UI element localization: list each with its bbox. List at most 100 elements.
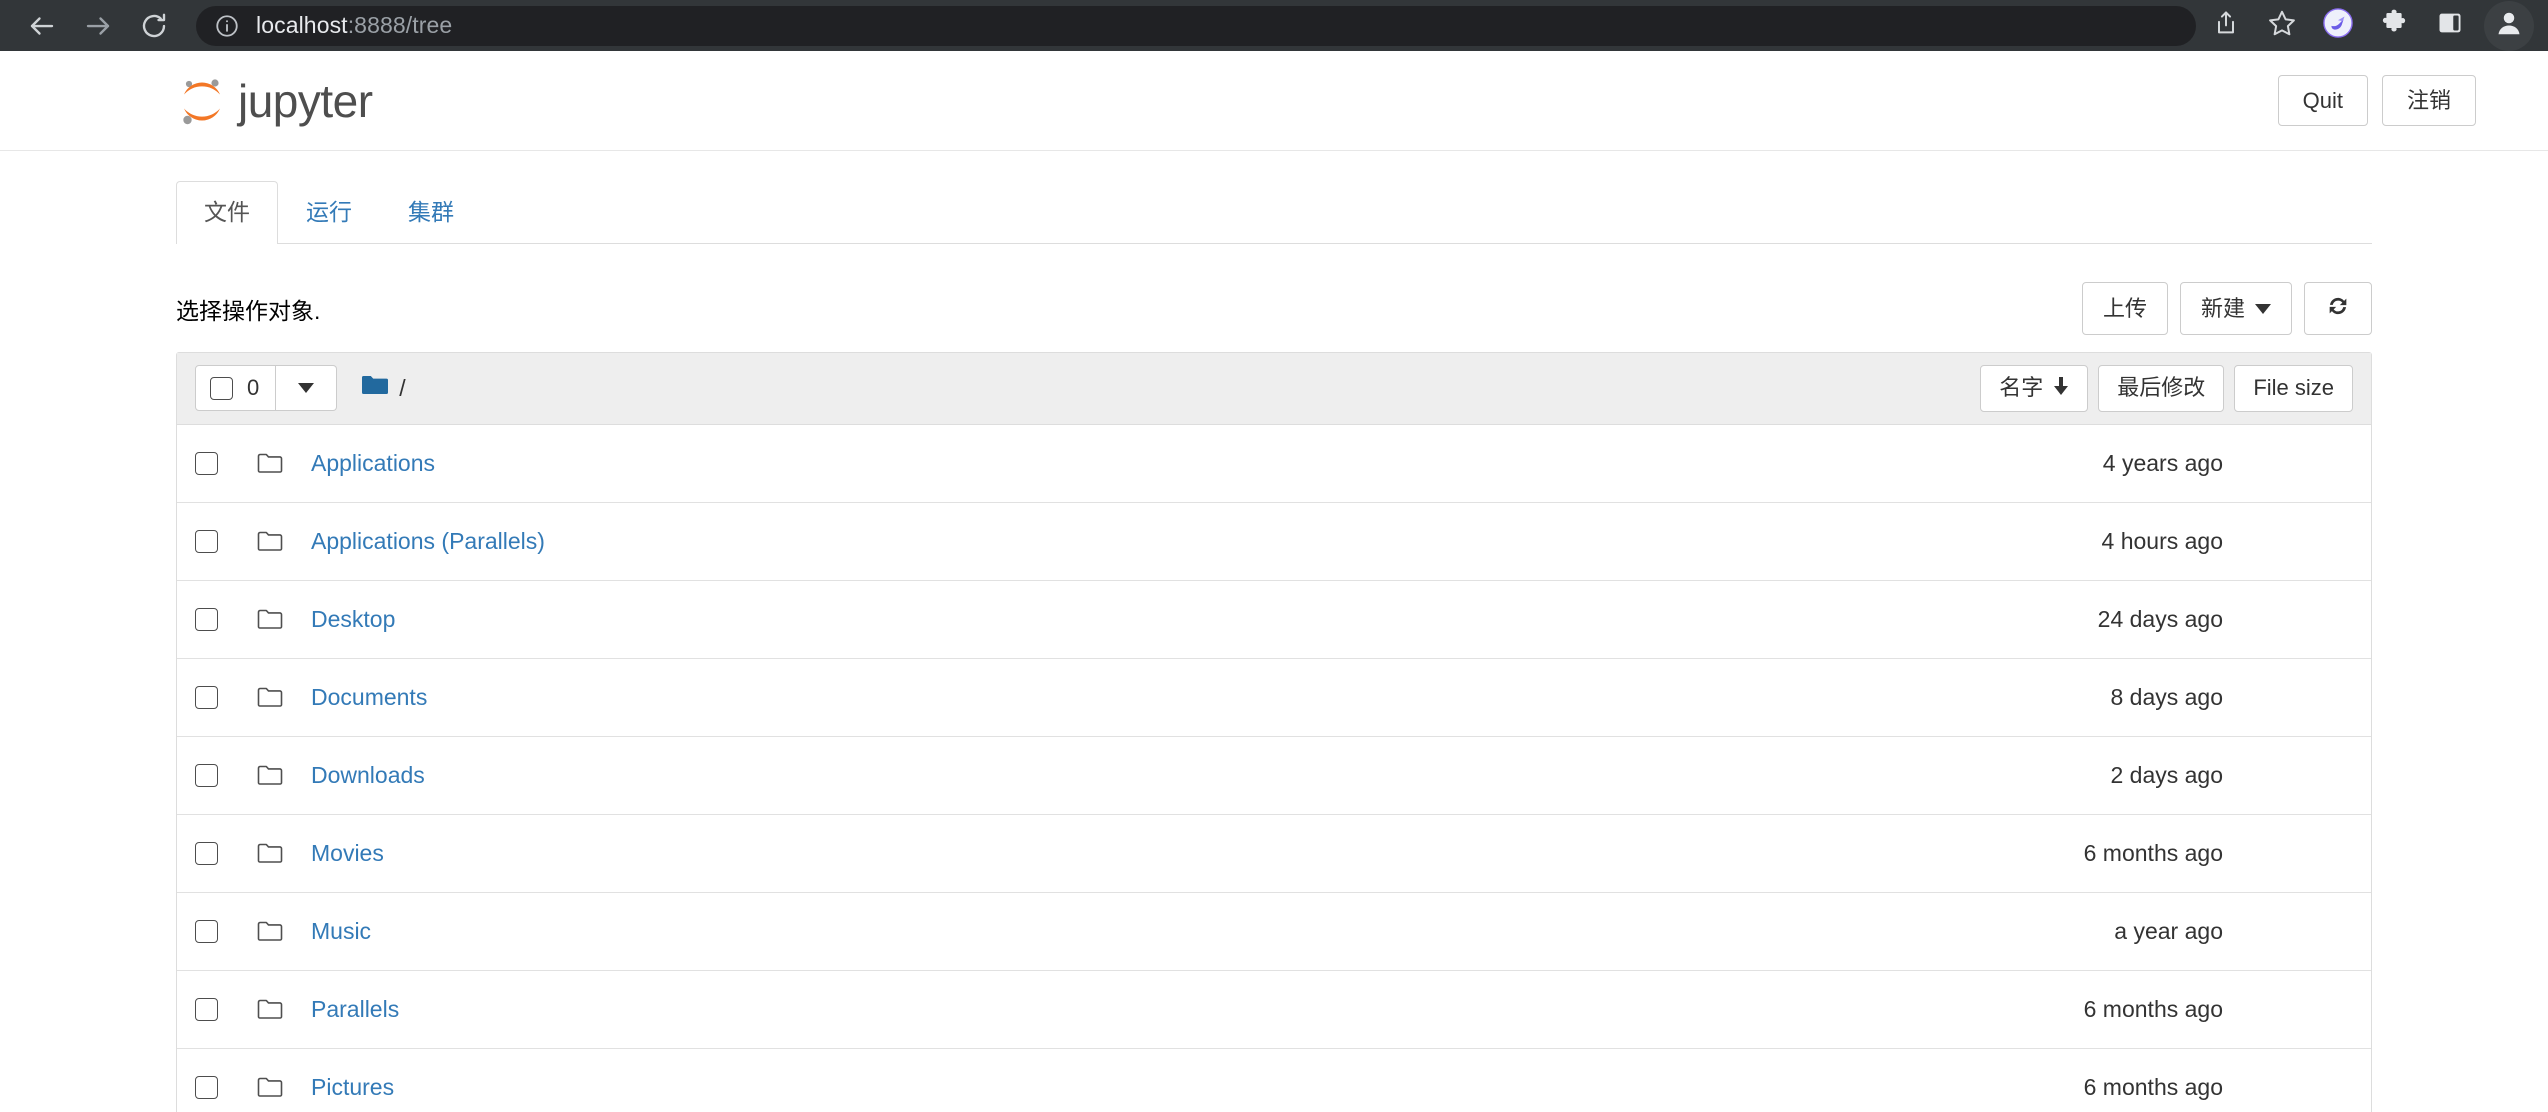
sort-by-size-button[interactable]: File size [2234, 364, 2353, 412]
jupyter-logo[interactable]: jupyter [176, 75, 373, 127]
logout-button[interactable]: 注销 [2381, 74, 2476, 127]
reload-button[interactable] [126, 0, 182, 51]
url-text: localhost:8888/tree [256, 12, 452, 39]
row-checkbox[interactable] [195, 997, 218, 1021]
folder-icon [257, 608, 297, 630]
back-arrow-icon [27, 11, 57, 41]
bird-extension-button[interactable] [2310, 0, 2366, 51]
select-dropdown-button[interactable] [276, 365, 338, 412]
reload-icon [139, 11, 169, 41]
file-modified: 6 months ago [2083, 839, 2223, 866]
new-button-label: 新建 [2200, 295, 2245, 321]
file-modified: 6 months ago [2083, 995, 2223, 1022]
url-path: :8888/tree [347, 12, 453, 38]
table-row[interactable]: Applications 4 years ago [177, 425, 2371, 503]
breadcrumb: / [361, 373, 406, 403]
quit-button[interactable]: Quit [2277, 74, 2368, 127]
row-checkbox-cell [195, 763, 257, 787]
row-checkbox-cell [195, 841, 257, 865]
table-row[interactable]: Applications (Parallels) 4 hours ago [177, 503, 2371, 581]
back-button[interactable] [14, 0, 70, 51]
file-name-link[interactable]: Applications (Parallels) [297, 528, 545, 555]
file-name-link[interactable]: Downloads [297, 762, 425, 789]
bookmark-button[interactable] [2254, 0, 2310, 51]
sort-by-name-button[interactable]: 名字 [1980, 364, 2089, 412]
sort-name-label: 名字 [1999, 375, 2044, 401]
upload-button[interactable]: 上传 [2081, 282, 2168, 336]
select-all-checkbox[interactable] [210, 376, 233, 400]
jupyter-page: jupyter Quit 注销 文件 运行 集群 选择操作对象. 上传 新建 0… [0, 51, 2548, 1112]
breadcrumb-root[interactable]: / [399, 375, 405, 402]
file-name-link[interactable]: Applications [297, 450, 435, 477]
url-host: localhost [256, 12, 348, 38]
file-name-link[interactable]: Movies [297, 840, 384, 867]
row-checkbox[interactable] [195, 685, 218, 709]
sort-controls: 名字 最后修改 File size [1980, 364, 2353, 412]
address-bar[interactable]: localhost:8888/tree [196, 5, 2196, 46]
selected-count: 0 [247, 375, 260, 401]
row-checkbox[interactable] [195, 919, 218, 943]
share-button[interactable] [2198, 0, 2254, 51]
sidebar-toggle-button[interactable] [2422, 0, 2478, 51]
refresh-button[interactable] [2304, 282, 2372, 336]
profile-button[interactable] [2484, 0, 2534, 51]
table-row[interactable]: Pictures 6 months ago [177, 1049, 2371, 1112]
folder-icon [257, 452, 297, 474]
select-all-control[interactable]: 0 [195, 365, 277, 412]
table-row[interactable]: Desktop 24 days ago [177, 581, 2371, 659]
select-control-group: 0 [195, 365, 338, 412]
puzzle-icon [2379, 8, 2409, 43]
jupyter-header: jupyter Quit 注销 [0, 51, 2548, 151]
browser-toolbar: localhost:8888/tree [0, 0, 2548, 51]
folder-icon [257, 530, 297, 552]
sidebar-panel-icon [2436, 9, 2464, 42]
files-toolbar: 选择操作对象. 上传 新建 [176, 280, 2372, 338]
row-checkbox-cell [195, 997, 257, 1021]
row-checkbox[interactable] [195, 451, 218, 475]
file-modified: 6 months ago [2083, 1073, 2223, 1100]
extensions-button[interactable] [2366, 0, 2422, 51]
page-container: 文件 运行 集群 选择操作对象. 上传 新建 0 / 名字 最后修改 File … [0, 181, 2548, 1112]
upload-button-label: 上传 [2102, 295, 2147, 321]
row-checkbox[interactable] [195, 763, 218, 787]
row-checkbox[interactable] [195, 529, 218, 553]
browser-action-icons [2198, 0, 2534, 51]
selection-hint: 选择操作对象. [176, 297, 321, 324]
table-row[interactable]: Parallels 6 months ago [177, 971, 2371, 1049]
tab-running[interactable]: 运行 [278, 181, 380, 244]
folder-icon [257, 998, 297, 1020]
site-info-icon[interactable] [214, 13, 240, 39]
file-name-link[interactable]: Pictures [297, 1074, 394, 1101]
star-icon [2267, 8, 2297, 43]
row-checkbox-cell [195, 685, 257, 709]
jupyter-logo-text: jupyter [238, 74, 373, 127]
chevron-down-icon [298, 383, 315, 394]
folder-icon [257, 920, 297, 942]
row-checkbox[interactable] [195, 841, 218, 865]
sort-by-modified-button[interactable]: 最后修改 [2098, 364, 2225, 412]
table-row[interactable]: Downloads 2 days ago [177, 737, 2371, 815]
forward-button[interactable] [70, 0, 126, 51]
share-icon [2212, 9, 2240, 42]
file-name-link[interactable]: Music [297, 918, 371, 945]
file-name-link[interactable]: Desktop [297, 606, 395, 633]
file-list: 0 / 名字 最后修改 File size Applications 4 yea… [176, 351, 2372, 1112]
file-name-link[interactable]: Parallels [297, 996, 399, 1023]
row-checkbox-cell [195, 451, 257, 475]
row-checkbox-cell [195, 1075, 257, 1099]
table-row[interactable]: Documents 8 days ago [177, 659, 2371, 737]
table-row[interactable]: Music a year ago [177, 893, 2371, 971]
file-modified: a year ago [2114, 917, 2223, 944]
file-modified: 8 days ago [2110, 683, 2223, 710]
row-checkbox[interactable] [195, 1075, 218, 1099]
folder-icon [257, 1076, 297, 1098]
file-name-link[interactable]: Documents [297, 684, 427, 711]
table-row[interactable]: Movies 6 months ago [177, 815, 2371, 893]
file-modified: 2 days ago [2110, 761, 2223, 788]
toolbar-actions: 上传 新建 [2081, 282, 2372, 336]
profile-avatar-icon [2494, 8, 2524, 43]
new-button[interactable]: 新建 [2179, 282, 2292, 336]
tab-files[interactable]: 文件 [176, 181, 278, 244]
row-checkbox[interactable] [195, 607, 218, 631]
tab-clusters[interactable]: 集群 [380, 181, 482, 244]
